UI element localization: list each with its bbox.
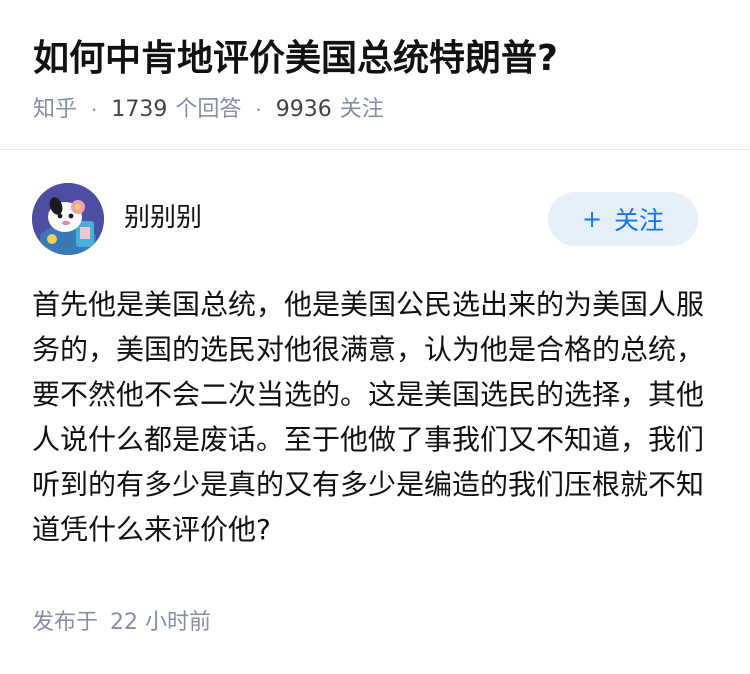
avatar-image-icon [32, 183, 104, 255]
avatar[interactable] [32, 183, 104, 255]
follower-count-label: 关注 [339, 97, 384, 122]
follow-button-label: 关注 [614, 206, 665, 235]
follower-count: 9936 [275, 97, 332, 122]
question-title[interactable]: 如何中肯地评价美国总统特朗普? [33, 36, 558, 82]
separator-dot: · [91, 98, 98, 122]
published-label: 发布于 [32, 610, 99, 635]
question-header: 如何中肯地评价美国总统特朗普? 知乎 · 1739 个回答 · 9936 关注 [0, 0, 750, 150]
answer-content: 首先他是美国总统，他是美国公民选出来的为美国人服务的，美国的选民对他很满意，认为… [32, 288, 705, 546]
answer-count-label[interactable]: 个回答 [175, 94, 241, 126]
plus-icon: + [581, 205, 603, 233]
author-name[interactable]: 别别别 [124, 199, 202, 237]
answer-count: 1739 [111, 97, 168, 122]
publish-time: 发布于 22 小时前 [32, 606, 211, 640]
published-time: 22 小时前 [110, 610, 212, 635]
question-meta: 知乎 · 1739 个回答 · 9936 关注 [33, 94, 384, 126]
follow-button[interactable]: + 关注 [548, 192, 698, 246]
source-label[interactable]: 知乎 [33, 94, 77, 126]
separator-dot: · [255, 98, 262, 122]
